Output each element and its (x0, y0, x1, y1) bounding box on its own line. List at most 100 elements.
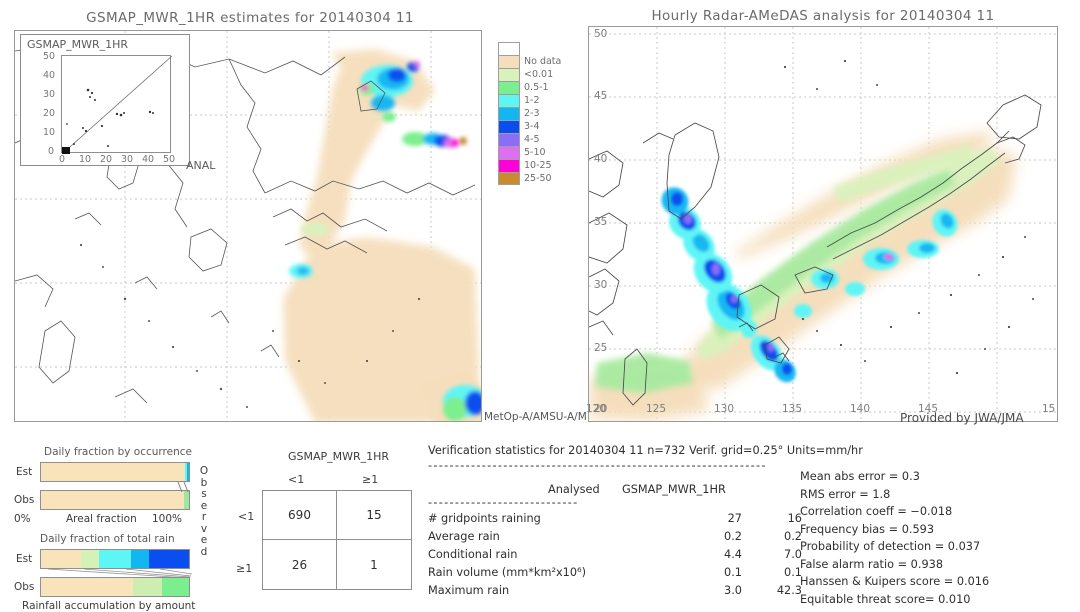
screenshot-root: GSMAP_MWR_1HR estimates for 20140304 11 (0, 0, 1080, 612)
colorbar-swatch-0 (498, 42, 520, 55)
colorbar-label-7: 4-5 (524, 134, 540, 145)
right-map-lon-tick-150: 15 (1042, 403, 1056, 415)
colorbar-swatches (498, 42, 520, 185)
inset-ytick-10: 10 (43, 127, 56, 138)
verification-row-4-analysed: 3.0 (724, 584, 742, 597)
verification-row-0-model: 16 (787, 512, 802, 525)
verification-score-7: Equitable threat score= 0.010 (800, 592, 971, 606)
occurrence-est-segment-0 (41, 463, 186, 481)
colorbar-swatch-3 (498, 81, 520, 94)
colorbar-swatch-6 (498, 120, 520, 133)
colorbar-swatch-8 (498, 146, 520, 159)
occurrence-obs-bar[interactable] (40, 490, 190, 510)
occurrence-x-axis-label: Areal fraction (66, 513, 137, 525)
contingency-row-header-lt1: <1 (238, 510, 255, 523)
verification-row-4-model: 42.3 (776, 584, 802, 597)
contingency-cell-ge1-lt1: 26 (263, 540, 337, 589)
verification-row-3-name: Rain volume (mm*km²x10⁶) (428, 566, 586, 579)
occurrence-obs-segment-0 (41, 491, 184, 509)
inset-xtick-0: 0 (59, 154, 66, 165)
right-map-lon-tick-140: 140 (850, 403, 871, 415)
inset-xtick-10: 10 (79, 154, 92, 165)
amount-est-segment-3 (131, 550, 149, 568)
contingency-cell-hit-lt1-lt1: 690 (263, 491, 337, 540)
contingency-observed-label: Observed (198, 465, 210, 558)
colorbar-label-9: 10-25 (524, 160, 552, 171)
colorbar-label-10: 25-50 (524, 173, 552, 184)
colorbar-label-4: 1-2 (524, 95, 540, 106)
right-map-lon-tick-135: 135 (782, 403, 803, 415)
occurrence-x-max-label: 100% (152, 513, 183, 525)
contingency-table[interactable]: 690 15 26 1 (262, 490, 412, 590)
right-map-lon-tick-125: 125 (646, 403, 667, 415)
inset-xtick-30: 30 (121, 154, 134, 165)
colorbar-label-6: 3-4 (524, 121, 540, 132)
colorbar-swatch-9 (498, 159, 520, 172)
verification-score-1: RMS error = 1.8 (800, 487, 891, 501)
colorbar-label-5: 2-3 (524, 108, 540, 119)
left-panel-title: GSMAP_MWR_1HR estimates for 20140304 11 (86, 10, 414, 26)
verification-score-3: Frequency bias = 0.593 (800, 522, 935, 536)
precipitation-colorbar[interactable]: No data <0.01 0.5-1 1-2 2-3 3-4 4-5 5-10 10-25 25… (498, 42, 561, 185)
amount-est-segment-2 (98, 550, 132, 568)
contingency-cell-lt1-ge1: 15 (337, 491, 411, 540)
inset-xtick-50: 50 (163, 154, 176, 165)
verification-row-3-model: 0.1 (784, 566, 802, 579)
verification-score-6: Hanssen & Kuipers score = 0.016 (800, 575, 990, 588)
inset-x-axis-label: ANAL (186, 159, 216, 172)
verification-sub-rule: ---------------------------- (428, 496, 579, 509)
colorbar-swatch-7 (498, 133, 520, 146)
inset-y-axis-label: GSMAP_MWR_1HR (27, 38, 129, 51)
verification-col-header-analysed: Analysed (548, 483, 600, 496)
right-panel-title: Hourly Radar-AMeDAS analysis for 2014030… (651, 8, 995, 24)
occurrence-connector-lines (177, 482, 189, 492)
amount-chart-title: Daily fraction of total rain (40, 533, 175, 545)
colorbar-label-1: No data (524, 56, 562, 67)
occurrence-x-min-label: 0% (14, 513, 31, 525)
amount-obs-label: Obs (14, 581, 35, 593)
contingency-cell-ge1-ge1: 1 (370, 557, 378, 572)
scatter-inset-panel[interactable]: GSMAP_MWR_1HR 50 40 30 20 10 0 0 10 20 3… (20, 34, 190, 166)
right-map-panel[interactable] (588, 26, 1058, 422)
verification-row-3-analysed: 0.1 (724, 566, 742, 579)
amount-est-segment-4 (149, 550, 189, 568)
contingency-row-header-ge1: ≥1 (236, 562, 253, 575)
inset-ytick-0: 0 (48, 146, 55, 157)
inset-scatter-graphic (61, 55, 173, 155)
occurrence-est-segment-2 (187, 463, 189, 481)
amount-est-segment-0 (41, 550, 81, 568)
colorbar-swatch-2 (498, 68, 520, 81)
occurrence-chart-title: Daily fraction by occurrence (44, 446, 192, 458)
verification-score-4: Probability of detection = 0.037 (800, 540, 981, 553)
observed-vertical-text: Observed (199, 465, 209, 558)
right-map-lat-tick-50: 50 (594, 28, 608, 40)
left-map-source-caption: MetOp-A/AMSU-A/M (484, 411, 587, 423)
right-map-lat-tick-25: 25 (594, 342, 608, 354)
verification-score-5: False alarm ratio = 0.938 (800, 557, 944, 571)
right-map-lon-tick-120: 120 (586, 403, 607, 415)
occurrence-est-bar[interactable] (40, 462, 190, 482)
inset-ytick-20: 20 (43, 108, 56, 119)
colorbar-label-3: 0.5-1 (524, 82, 549, 93)
amount-connector-lines (47, 569, 192, 578)
amount-est-label: Est (16, 553, 33, 565)
inset-ytick-40: 40 (43, 70, 56, 81)
verification-rule: ----------------------------------------… (428, 459, 767, 472)
amount-obs-bar[interactable] (40, 577, 190, 597)
amount-est-bar[interactable] (40, 549, 190, 569)
occurrence-obs-label: Obs (14, 494, 35, 506)
contingency-col-header-lt1: <1 (288, 473, 305, 486)
inset-plot-area (61, 55, 173, 155)
amount-chart-caption: Rainfall accumulation by amount (22, 600, 196, 612)
verification-row-2-analysed: 4.4 (724, 548, 742, 561)
contingency-title: GSMAP_MWR_1HR (288, 450, 390, 463)
inset-xtick-20: 20 (100, 154, 113, 165)
inset-ytick-50: 50 (43, 51, 56, 62)
colorbar-swatch-4 (498, 94, 520, 107)
verification-row-0-name: # gridpoints raining (428, 512, 541, 525)
verification-score-2: Correlation coeff = −0.018 (800, 505, 953, 518)
colorbar-swatch-10 (498, 172, 520, 185)
right-map-credit: Provided by JWA/JMA (900, 411, 1024, 425)
inset-xtick-40: 40 (142, 154, 155, 165)
occurrence-obs-segment-1 (183, 491, 189, 509)
